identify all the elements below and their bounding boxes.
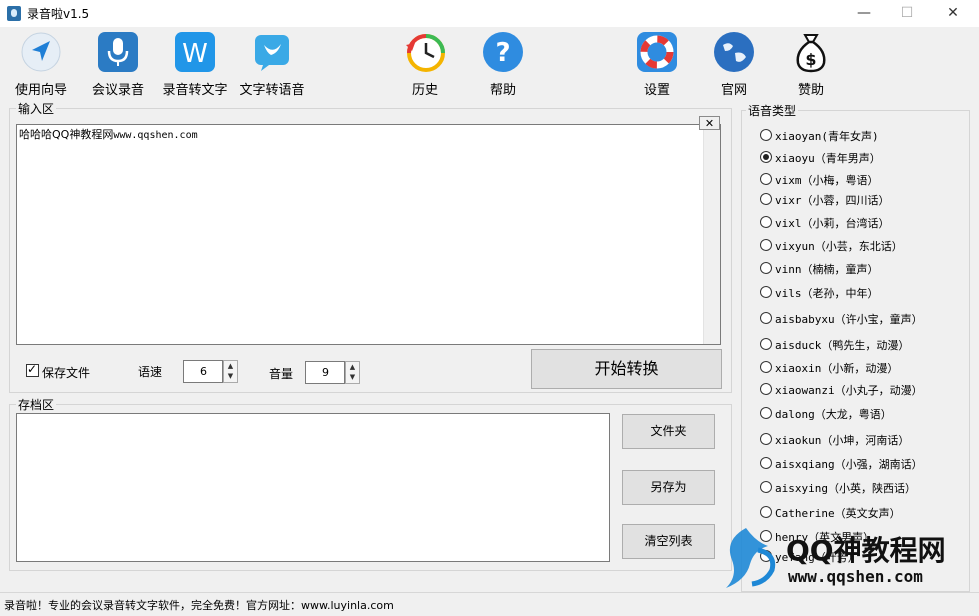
text-to-speech-button[interactable]: 文字转语音	[236, 31, 308, 98]
window-title: 录音啦v1.5	[27, 7, 90, 21]
voice-option-label: vixm（小梅，粤语）	[775, 174, 879, 187]
minimize-button[interactable]: —	[841, 0, 887, 27]
voice-radio[interactable]	[760, 151, 772, 163]
voice-option-label: Catherine（英文女声）	[775, 507, 901, 520]
close-button[interactable]: ✕	[930, 0, 976, 27]
voice-option-label: aisxqiang（小强，湖南话）	[775, 458, 923, 471]
voice-radio[interactable]	[760, 481, 772, 493]
meeting-record-button[interactable]: 会议录音	[87, 31, 149, 98]
voice-radio[interactable]	[760, 193, 772, 205]
speed-label: 语速	[138, 365, 163, 379]
svg-text:W: W	[182, 39, 208, 69]
archive-list[interactable]	[16, 413, 610, 562]
voice-option-label: aisduck（鸭先生，动漫）	[775, 339, 910, 352]
voice-option-label: vinn（楠楠，童声）	[775, 263, 879, 276]
voice-option-label: aisxying（小英，陕西话）	[775, 482, 916, 495]
settings-button[interactable]: 设置	[632, 31, 682, 98]
start-convert-button[interactable]: 开始转换	[531, 349, 722, 389]
voice-radio[interactable]	[760, 383, 772, 395]
money-bag-icon: $	[796, 34, 826, 73]
history-clock-icon	[406, 34, 445, 72]
speech-to-text-button[interactable]: W 录音转文字	[159, 31, 231, 98]
voice-radio[interactable]	[760, 312, 772, 324]
voice-option-label: xiaoxin（小新，动漫）	[775, 362, 899, 375]
clear-list-button[interactable]: 清空列表	[622, 524, 715, 559]
voice-radio[interactable]	[760, 129, 772, 141]
status-text: 录音啦！专业的会议录音转文字软件，完全免费！官方网址：www.luyinla.c…	[4, 599, 394, 612]
folder-button[interactable]: 文件夹	[622, 414, 715, 449]
archive-group-title: 存档区	[16, 396, 57, 413]
voice-option-label: xiaoyan(青年女声)	[775, 130, 879, 143]
guide-button[interactable]: 使用向导	[8, 31, 74, 98]
voice-radio[interactable]	[760, 433, 772, 445]
volume-label: 音量	[269, 367, 294, 381]
maximize-button[interactable]: ☐	[884, 0, 930, 27]
website-button[interactable]: 官网	[709, 31, 759, 98]
svg-text:www.qqshen.com: www.qqshen.com	[788, 567, 923, 586]
speed-value: 6	[200, 365, 207, 378]
voice-option-label: vixyun（小芸，东北话）	[775, 240, 903, 253]
voice-radio[interactable]	[760, 173, 772, 185]
history-button[interactable]: 历史	[400, 31, 450, 98]
save-file-checkbox[interactable]	[26, 362, 39, 377]
bird-chat-icon	[255, 35, 289, 71]
question-icon: ?	[483, 32, 523, 72]
input-text-prefix: 哈哈哈QQ神教程网	[19, 128, 114, 141]
voice-option-label: xiaokun（小坤，河南话）	[775, 434, 910, 447]
voice-radio[interactable]	[760, 262, 772, 274]
input-group-title: 输入区	[16, 100, 57, 117]
voice-option-label: dalong（大龙，粤语）	[775, 408, 892, 421]
voice-radio[interactable]	[760, 216, 772, 228]
voice-radio[interactable]	[760, 361, 772, 373]
voice-radio[interactable]	[760, 338, 772, 350]
voice-option-label: vixr（小蓉，四川话）	[775, 194, 890, 207]
voice-radio[interactable]	[760, 286, 772, 298]
input-text-url: www.qqshen.com	[113, 130, 198, 141]
voice-option-label: vils（老孙，中年）	[775, 287, 879, 300]
voice-radio[interactable]	[760, 506, 772, 518]
help-button[interactable]: ? 帮助	[478, 31, 528, 98]
status-bar: 录音啦！专业的会议录音转文字软件，完全免费！官方网址：www.luyinla.c…	[0, 592, 979, 616]
svg-text:?: ?	[495, 38, 510, 68]
lifebuoy-icon	[637, 32, 677, 72]
voice-type-title: 语音类型	[746, 102, 799, 119]
voice-radio[interactable]	[760, 457, 772, 469]
qqshen-watermark-logo: QQ神教程网 www.qqshen.com	[726, 528, 946, 588]
voice-radio[interactable]	[760, 239, 772, 251]
navigation-arrow-icon	[21, 32, 61, 72]
speed-stepper-arrows[interactable]: ▲ ▼	[223, 360, 238, 383]
svg-text:QQ神教程网: QQ神教程网	[786, 534, 946, 567]
input-scrollbar[interactable]	[703, 125, 720, 344]
voice-option-label: xiaowanzi（小丸子，动漫）	[775, 384, 923, 397]
donate-button[interactable]: $ 赞助	[786, 31, 836, 98]
voice-option-label: xiaoyu（青年男声）	[775, 152, 881, 165]
voice-option-label: aisbabyxu（许小宝，童声）	[775, 313, 923, 326]
voice-option-label: vixl（小莉，台湾话）	[775, 217, 890, 230]
clear-input-button[interactable]: ✕	[699, 116, 720, 130]
globe-icon	[714, 32, 754, 72]
voice-radio[interactable]	[760, 407, 772, 419]
speed-stepper[interactable]: 6 ▲ ▼	[183, 360, 238, 383]
save-file-label: 保存文件	[42, 366, 91, 380]
title-bar: 录音啦v1.5 — ☐ ✕	[0, 0, 979, 27]
save-as-button[interactable]: 另存为	[622, 470, 715, 505]
volume-value: 9	[322, 366, 329, 379]
volume-stepper-arrows[interactable]: ▲ ▼	[345, 361, 360, 384]
word-w-icon: W	[175, 32, 215, 72]
toolbar: 使用向导 会议录音 W 录音转文字 文字转语音 历史 ? 帮助 设置 官网 $ …	[0, 27, 979, 99]
input-textarea[interactable]: 哈哈哈QQ神教程网www.qqshen.com	[16, 124, 721, 345]
volume-stepper[interactable]: 9 ▲ ▼	[305, 361, 360, 384]
app-icon	[7, 6, 21, 21]
svg-text:$: $	[805, 50, 816, 69]
microphone-icon	[98, 32, 138, 72]
